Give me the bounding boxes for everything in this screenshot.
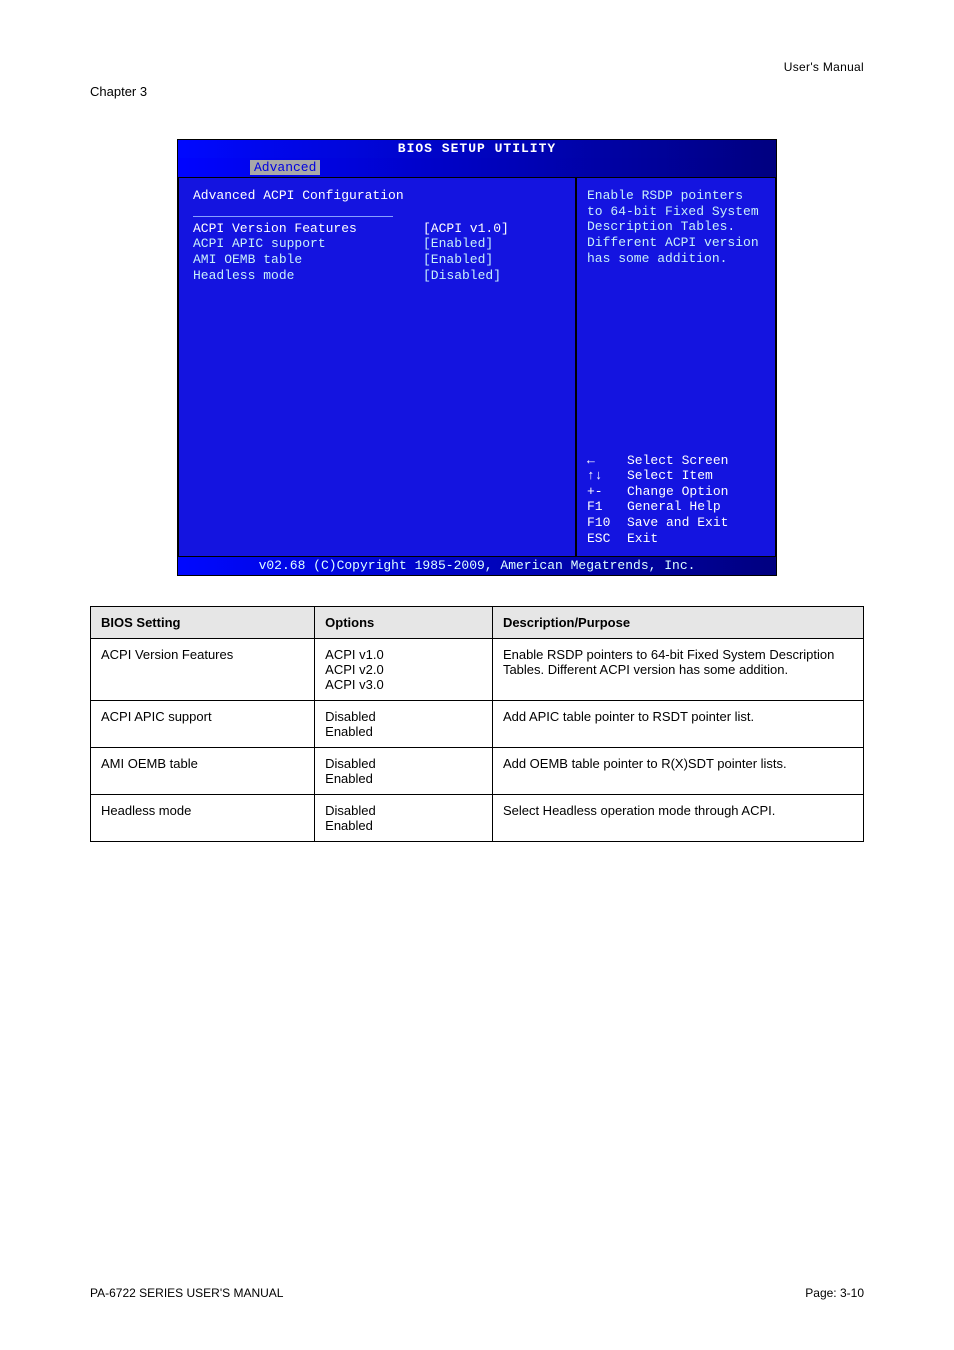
table-row: ACPI Version Features ACPI v1.0 ACPI v2.… [91, 638, 864, 700]
table-cell: Add OEMB table pointer to R(X)SDT pointe… [492, 747, 863, 794]
header-right: User's Manual [90, 60, 864, 74]
table-cell: Disabled Enabled [315, 700, 493, 747]
bios-left-panel: Advanced ACPI Configuration ACPI Version… [178, 177, 576, 557]
bios-option-label: ACPI Version Features [193, 221, 423, 237]
legend-key: ← [587, 453, 627, 469]
footer-product: PA-6722 SERIES USER'S MANUAL [90, 1286, 283, 1300]
legend-label: General Help [627, 499, 721, 515]
legend-row: ← Select Screen [587, 453, 765, 469]
legend-row: F1 General Help [587, 499, 765, 515]
table-cell: Enable RSDP pointers to 64-bit Fixed Sys… [492, 638, 863, 700]
bios-option-row[interactable]: Headless mode [Disabled] [193, 268, 561, 284]
bios-option-label: ACPI APIC support [193, 236, 423, 252]
bios-option-value: [Enabled] [423, 252, 493, 268]
bios-option-label: Headless mode [193, 268, 423, 284]
page-footer: PA-6722 SERIES USER'S MANUAL Page: 3-10 [0, 1286, 954, 1300]
legend-key: +- [587, 484, 627, 500]
bios-option-row[interactable]: ACPI APIC support [Enabled] [193, 236, 561, 252]
bios-option-value: [Enabled] [423, 236, 493, 252]
table-header-row: BIOS Setting Options Description/Purpose [91, 606, 864, 638]
bios-option-label: AMI OEMB table [193, 252, 423, 268]
table-cell: ACPI Version Features [91, 638, 315, 700]
legend-label: Select Screen [627, 453, 728, 469]
table-header: Options [315, 606, 493, 638]
table-cell: Headless mode [91, 794, 315, 841]
table-header: BIOS Setting [91, 606, 315, 638]
table-cell: AMI OEMB table [91, 747, 315, 794]
bios-screenshot: BIOS SETUP UTILITY Advanced Advanced ACP… [177, 139, 777, 576]
bios-options: ACPI Version Features [ACPI v1.0] ACPI A… [193, 221, 561, 283]
bios-right-panel: Enable RSDP pointers to 64-bit Fixed Sys… [576, 177, 776, 557]
bios-help-text: Enable RSDP pointers to 64-bit Fixed Sys… [587, 188, 765, 266]
bios-option-value: [ACPI v1.0] [423, 221, 509, 237]
bios-divider [193, 216, 393, 217]
bios-option-value: [Disabled] [423, 268, 501, 284]
legend-key: ↑↓ [587, 468, 627, 484]
legend-label: Select Item [627, 468, 713, 484]
legend-row: +- Change Option [587, 484, 765, 500]
legend-row: ↑↓ Select Item [587, 468, 765, 484]
table-cell: Select Headless operation mode through A… [492, 794, 863, 841]
bios-tabbar: Advanced [178, 158, 776, 178]
footer-page-number: Page: 3-10 [805, 1286, 864, 1300]
legend-label: Save and Exit [627, 515, 728, 531]
bios-title: BIOS SETUP UTILITY [178, 140, 776, 158]
chapter-text: Chapter 3 [90, 84, 147, 99]
legend-label: Change Option [627, 484, 728, 500]
bios-option-row[interactable]: ACPI Version Features [ACPI v1.0] [193, 221, 561, 237]
table-row: AMI OEMB table Disabled Enabled Add OEMB… [91, 747, 864, 794]
legend-key: F1 [587, 499, 627, 515]
bios-legend: ← Select Screen ↑↓ Select Item +- Change… [587, 453, 765, 547]
legend-label: Exit [627, 531, 658, 547]
table-cell: ACPI APIC support [91, 700, 315, 747]
legend-row: ESC Exit [587, 531, 765, 547]
legend-key: F10 [587, 515, 627, 531]
table-header: Description/Purpose [492, 606, 863, 638]
table-cell: Disabled Enabled [315, 794, 493, 841]
chapter-label: Chapter 3 [90, 84, 864, 99]
bios-footer: v02.68 (C)Copyright 1985-2009, American … [178, 557, 776, 575]
header-text: User's Manual [784, 60, 864, 74]
table-row: ACPI APIC support Disabled Enabled Add A… [91, 700, 864, 747]
bios-body: Advanced ACPI Configuration ACPI Version… [178, 177, 776, 557]
legend-row: F10 Save and Exit [587, 515, 765, 531]
table-cell: Disabled Enabled [315, 747, 493, 794]
bios-section-title: Advanced ACPI Configuration [193, 188, 561, 204]
settings-table: BIOS Setting Options Description/Purpose… [90, 606, 864, 842]
bios-option-row[interactable]: AMI OEMB table [Enabled] [193, 252, 561, 268]
table-cell: ACPI v1.0 ACPI v2.0 ACPI v3.0 [315, 638, 493, 700]
table-row: Headless mode Disabled Enabled Select He… [91, 794, 864, 841]
table-cell: Add APIC table pointer to RSDT pointer l… [492, 700, 863, 747]
legend-key: ESC [587, 531, 627, 547]
tab-advanced[interactable]: Advanced [250, 160, 320, 175]
